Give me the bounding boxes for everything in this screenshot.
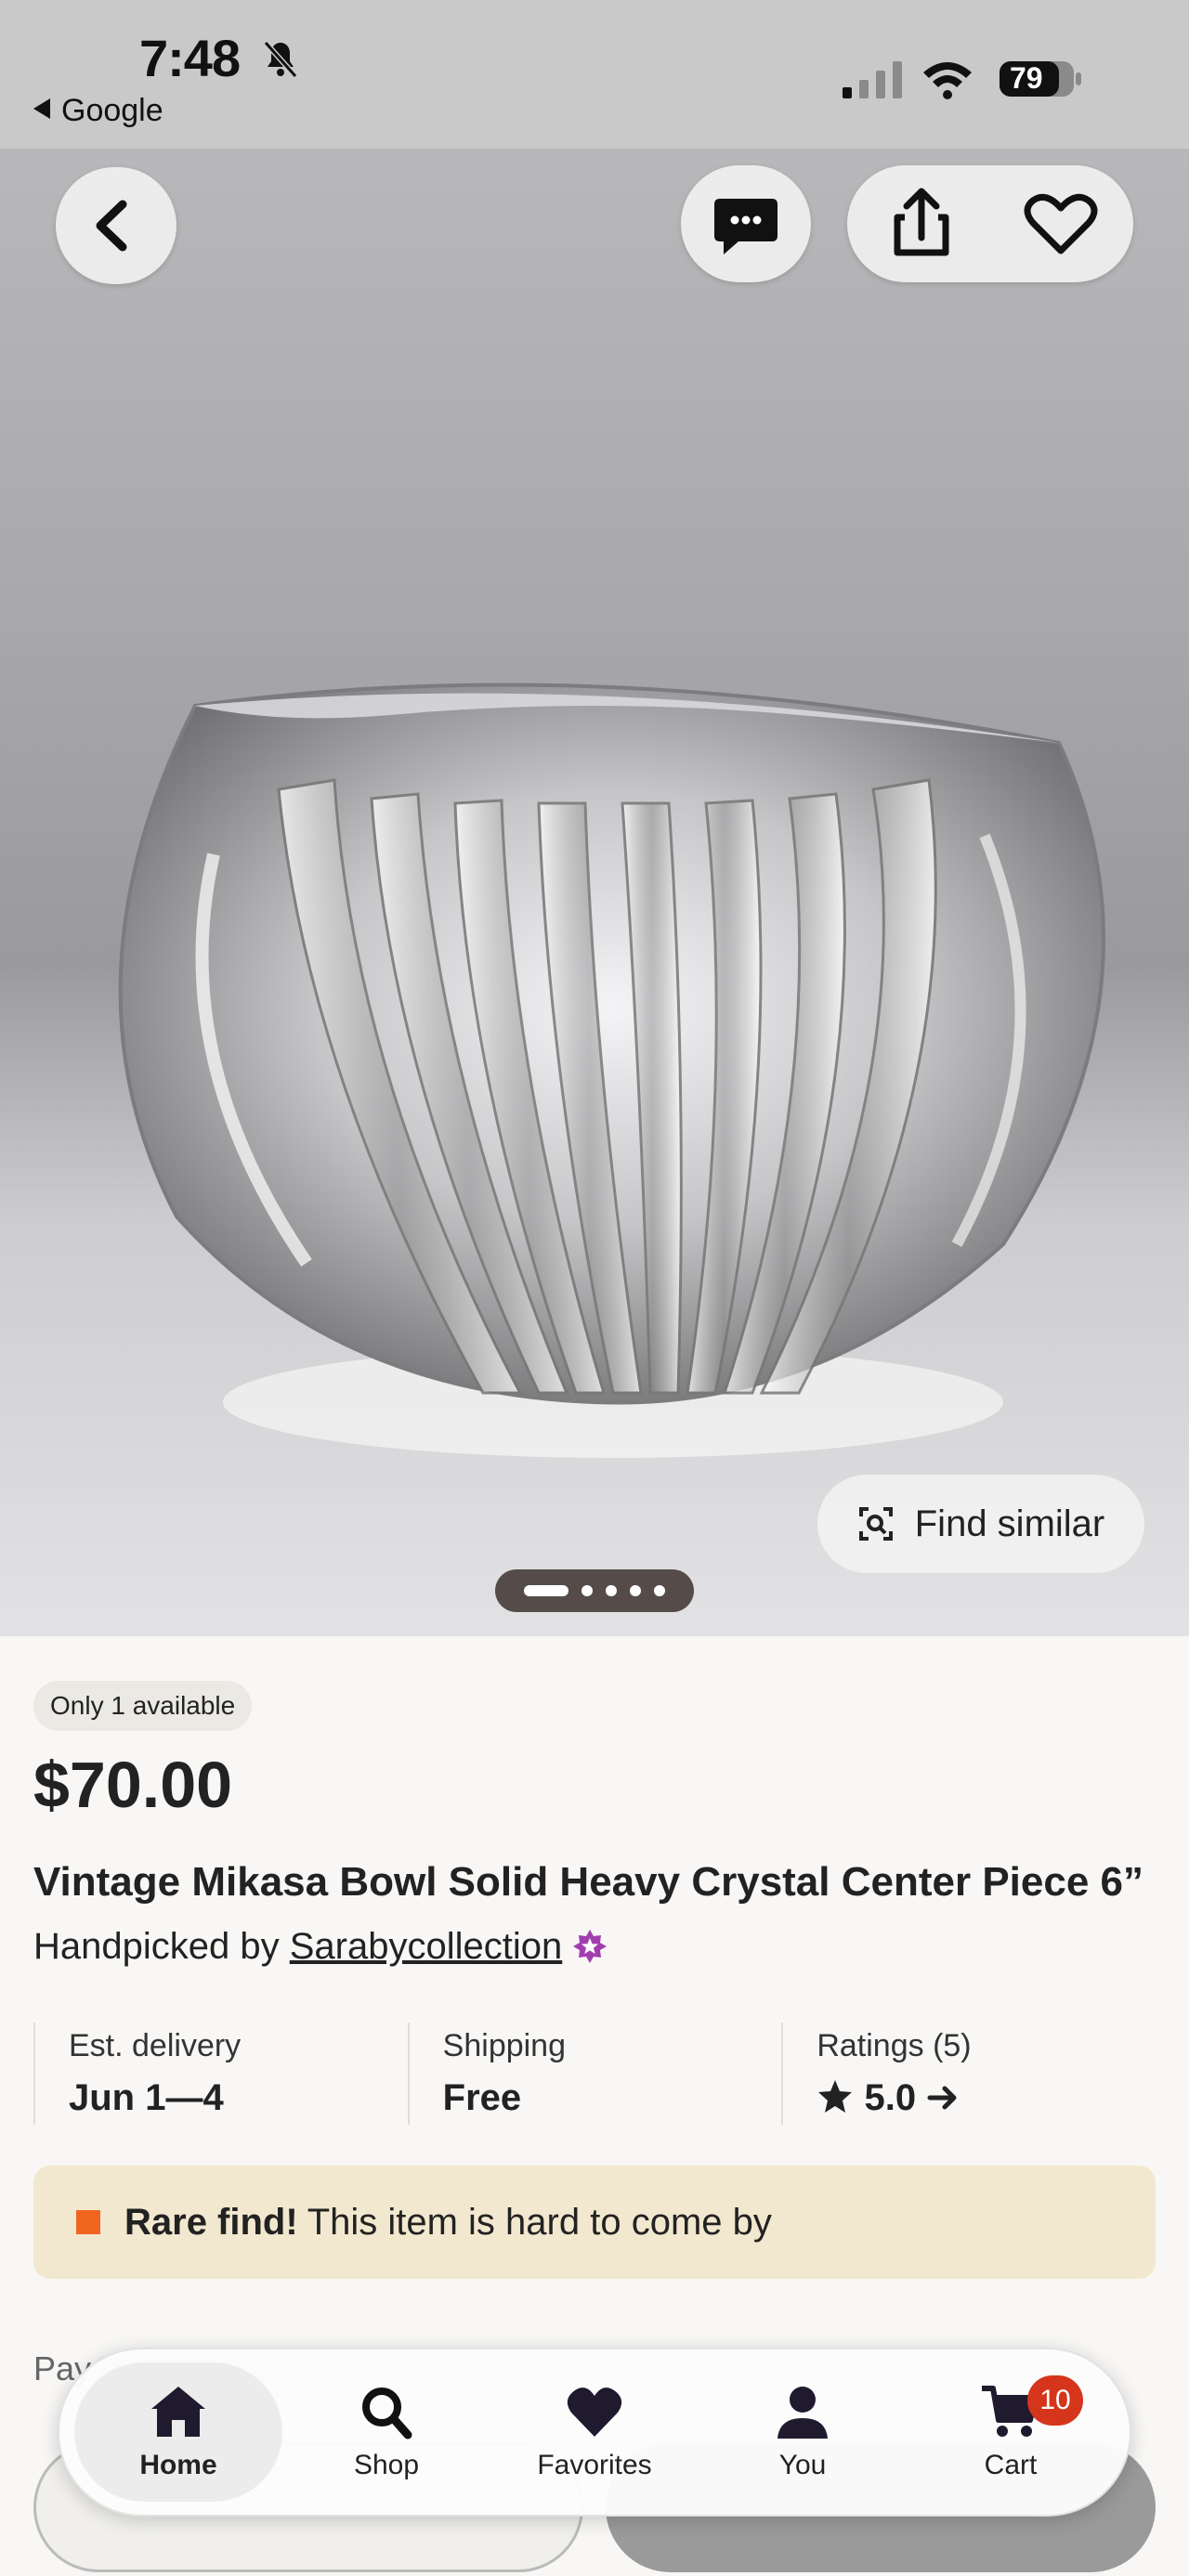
- search-icon: [362, 2387, 412, 2439]
- tab-shop[interactable]: Shop: [282, 2362, 490, 2502]
- ratings-label: Ratings (5): [817, 2028, 972, 2063]
- pagination-dot[interactable]: [630, 1585, 641, 1596]
- visual-search-icon: [858, 1507, 893, 1541]
- ratings-info[interactable]: Ratings (5) 5.0: [781, 2023, 1156, 2125]
- listing-title: Vintage Mikasa Bowl Solid Heavy Crystal …: [33, 1859, 1144, 1905]
- tab-cart[interactable]: 10 Cart: [907, 2362, 1115, 2502]
- heart-icon: [567, 2387, 622, 2437]
- rare-find-bold: Rare find!: [124, 2201, 298, 2243]
- share-favorite-group: [847, 165, 1133, 282]
- arrow-right-icon: [927, 2086, 957, 2110]
- listing-price: $70.00: [33, 1749, 233, 1821]
- pagination-dot[interactable]: [606, 1585, 617, 1596]
- cellular-signal-icon: [843, 61, 902, 98]
- tab-home[interactable]: Home: [74, 2362, 282, 2502]
- status-time: 7:48: [139, 29, 241, 87]
- ratings-value-row[interactable]: 5.0: [817, 2077, 1156, 2119]
- chat-bubble-icon: [714, 199, 777, 254]
- shipping-info: Shipping Free: [407, 2023, 782, 2125]
- bell-slash-icon: [263, 41, 298, 78]
- home-icon: [151, 2387, 205, 2437]
- tab-cart-label: Cart: [984, 2450, 1038, 2480]
- rare-find-text: This item is hard to come by: [307, 2201, 772, 2243]
- star-icon: [818, 2080, 853, 2113]
- tab-you-label: You: [778, 2450, 827, 2480]
- share-icon[interactable]: [866, 165, 977, 282]
- tab-home-label: Home: [139, 2450, 217, 2480]
- find-similar-button[interactable]: Find similar: [817, 1475, 1144, 1573]
- pagination-dot[interactable]: [581, 1585, 593, 1596]
- message-seller-button[interactable]: [681, 165, 811, 282]
- battery-indicator: 79: [999, 58, 1082, 100]
- star-seller-badge-icon: [573, 1930, 608, 1963]
- rare-find-square-icon: [76, 2210, 100, 2234]
- availability-badge: Only 1 available: [33, 1681, 253, 1731]
- status-bar: 7:48 Google 79: [0, 0, 1189, 149]
- back-button[interactable]: [56, 167, 176, 284]
- chevron-left-icon: [96, 200, 127, 252]
- carousel-pagination[interactable]: [495, 1569, 694, 1612]
- product-photo: [118, 683, 1105, 1458]
- rare-find-banner: Rare find! This item is hard to come by: [33, 2166, 1156, 2279]
- delivery-value: Jun 1—4: [69, 2077, 224, 2118]
- heart-outline-icon[interactable]: [1005, 165, 1117, 282]
- find-similar-label: Find similar: [914, 1503, 1105, 1544]
- ratings-value: 5.0: [864, 2077, 917, 2118]
- pagination-dot-active[interactable]: [524, 1585, 568, 1596]
- product-image-carousel[interactable]: [0, 149, 1189, 1636]
- delivery-label: Est. delivery: [69, 2028, 242, 2063]
- seller-line: Handpicked by Sarabycollection: [33, 1926, 608, 1968]
- seller-prefix: Handpicked by: [33, 1926, 280, 1967]
- shipping-label: Shipping: [442, 2028, 567, 2063]
- bottom-tab-bar: Home Shop Favorites You 10 Cart: [58, 2348, 1131, 2517]
- back-app-label: Google: [61, 93, 163, 128]
- listing-info-row: Est. delivery Jun 1—4 Shipping Free Rati…: [33, 2023, 1156, 2125]
- tab-you[interactable]: You: [699, 2362, 907, 2502]
- tab-shop-label: Shop: [353, 2450, 420, 2480]
- back-triangle-icon: [33, 98, 50, 119]
- cart-count-badge: 10: [1027, 2375, 1083, 2426]
- tab-favorites-label: Favorites: [537, 2450, 652, 2480]
- wifi-icon: [923, 62, 972, 99]
- battery-level: 79: [1010, 61, 1043, 95]
- pagination-dot[interactable]: [654, 1585, 665, 1596]
- seller-link[interactable]: Sarabycollection: [290, 1926, 563, 1967]
- shipping-value: Free: [442, 2077, 522, 2118]
- back-to-app-link[interactable]: Google: [33, 93, 163, 129]
- delivery-info: Est. delivery Jun 1—4: [33, 2023, 408, 2125]
- person-icon: [777, 2387, 828, 2439]
- tab-favorites[interactable]: Favorites: [490, 2362, 699, 2502]
